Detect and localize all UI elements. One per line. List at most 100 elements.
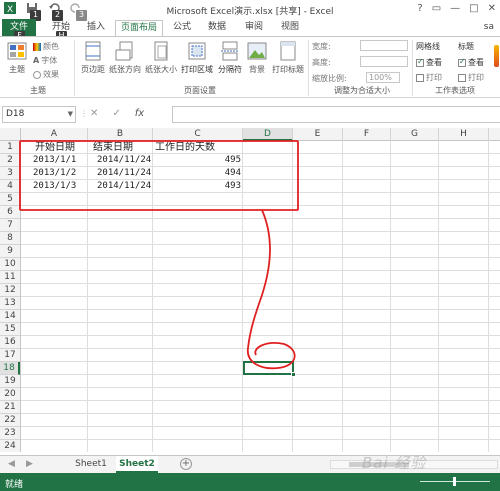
formula-input[interactable]: [172, 106, 500, 123]
row-header-11[interactable]: 11: [0, 271, 20, 284]
row-header-14[interactable]: 14: [0, 310, 20, 323]
tab-data[interactable]: 数据: [203, 20, 231, 36]
row-header-20[interactable]: 20: [0, 388, 20, 401]
cell-a3[interactable]: 2013/1/2: [33, 167, 76, 180]
row-header-12[interactable]: 12: [0, 284, 20, 297]
row-header-1[interactable]: 1: [0, 141, 20, 154]
sheet-options-group-label: 工作表选项: [435, 86, 475, 95]
cell-b3[interactable]: 2014/11/24: [97, 167, 151, 180]
checkbox-unchecked-icon: [416, 73, 424, 82]
width-dropdown[interactable]: [360, 40, 408, 51]
row-header-4[interactable]: 4: [0, 180, 20, 193]
height-dropdown[interactable]: [360, 56, 408, 67]
minimize-button[interactable]: —: [450, 3, 460, 14]
cancel-icon[interactable]: ✕: [90, 108, 98, 119]
fill-handle[interactable]: [291, 372, 296, 377]
cell-a1[interactable]: 开始日期: [35, 141, 75, 154]
scale-input[interactable]: 100%: [366, 72, 400, 83]
cell-b4[interactable]: 2014/11/24: [97, 180, 151, 193]
column-header-h[interactable]: H: [439, 128, 489, 141]
cell-c3[interactable]: 494: [153, 167, 241, 180]
user-name[interactable]: sa: [484, 22, 494, 32]
cell-a4[interactable]: 2013/1/3: [33, 180, 76, 193]
scale-text: 缩放比例:: [312, 74, 347, 83]
row-header-21[interactable]: 21: [0, 401, 20, 414]
column-header-b[interactable]: B: [88, 128, 153, 141]
tab-page-layout[interactable]: 页面布局: [115, 20, 163, 36]
cell-c2[interactable]: 495: [153, 154, 241, 167]
cell-c4[interactable]: 493: [153, 180, 241, 193]
row-gridline: [21, 413, 500, 414]
row-header-18[interactable]: 18: [0, 362, 20, 375]
select-all-corner[interactable]: [0, 128, 21, 141]
cells-area[interactable]: 开始日期 结束日期 工作日的天数 2013/1/1 2014/11/24 495…: [21, 141, 500, 452]
cell-b2[interactable]: 2014/11/24: [97, 154, 151, 167]
row-header-7[interactable]: 7: [0, 219, 20, 232]
gridlines-view-checkbox[interactable]: 查看: [416, 57, 442, 68]
row-header-10[interactable]: 10: [0, 258, 20, 271]
fonts-button[interactable]: A 字体: [33, 55, 57, 66]
row-header-15[interactable]: 15: [0, 323, 20, 336]
breaks-button[interactable]: 分隔符: [216, 40, 244, 75]
next-sheet-icon[interactable]: ▶: [26, 459, 33, 469]
margins-button[interactable]: 页边距: [80, 40, 106, 75]
name-box[interactable]: D18 ▼: [2, 106, 76, 123]
column-header-f[interactable]: F: [343, 128, 391, 141]
prev-sheet-icon[interactable]: ◀: [8, 459, 15, 469]
active-cell-d18[interactable]: [243, 361, 294, 375]
insert-function-icon[interactable]: fx: [135, 108, 144, 119]
row-header-8[interactable]: 8: [0, 232, 20, 245]
orientation-button[interactable]: 纸张方向: [108, 40, 142, 75]
row-header-24[interactable]: 24: [0, 440, 20, 452]
tab-insert[interactable]: 插入: [82, 20, 110, 36]
headings-print-checkbox[interactable]: 打印: [458, 72, 484, 83]
effects-button[interactable]: 效果: [33, 69, 59, 80]
add-sheet-button[interactable]: +: [180, 458, 192, 470]
row-header-22[interactable]: 22: [0, 414, 20, 427]
row-header-23[interactable]: 23: [0, 427, 20, 440]
background-button[interactable]: 背景: [246, 40, 268, 75]
zoom-slider-thumb[interactable]: [453, 477, 456, 486]
close-button[interactable]: ✕: [488, 3, 496, 14]
help-button[interactable]: ?: [417, 3, 422, 14]
row-header-13[interactable]: 13: [0, 297, 20, 310]
row-gridline: [21, 348, 500, 349]
column-header-e[interactable]: E: [293, 128, 343, 141]
column-header-a[interactable]: A: [21, 128, 88, 141]
row-header-16[interactable]: 16: [0, 336, 20, 349]
print-area-button[interactable]: 打印区域: [180, 40, 214, 75]
themes-button[interactable]: 主题: [4, 40, 30, 75]
cell-b1[interactable]: 结束日期: [93, 141, 133, 154]
ribbon-display-button[interactable]: ▭: [432, 3, 441, 14]
headings-print-label: 打印: [468, 73, 484, 82]
row-header-6[interactable]: 6: [0, 206, 20, 219]
row-header-2[interactable]: 2: [0, 154, 20, 167]
colors-button[interactable]: 颜色: [33, 41, 59, 52]
chevron-down-icon[interactable]: ▼: [68, 107, 73, 122]
maximize-button[interactable]: □: [469, 3, 478, 14]
row-header-3[interactable]: 3: [0, 167, 20, 180]
breaks-icon: [219, 40, 241, 62]
size-icon: [150, 40, 172, 62]
row-header-17[interactable]: 17: [0, 349, 20, 362]
group-separator: [412, 40, 413, 96]
gridlines-print-checkbox[interactable]: 打印: [416, 72, 442, 83]
column-header-g[interactable]: G: [391, 128, 439, 141]
row-header-5[interactable]: 5: [0, 193, 20, 206]
headings-view-checkbox[interactable]: 查看: [458, 57, 484, 68]
print-titles-button[interactable]: 打印标题: [270, 40, 306, 75]
row-header-19[interactable]: 19: [0, 375, 20, 388]
row-header-9[interactable]: 9: [0, 245, 20, 258]
size-button[interactable]: 纸张大小: [144, 40, 178, 75]
column-header-d[interactable]: D: [243, 128, 293, 141]
sheet-tab-sheet2[interactable]: Sheet2: [116, 456, 158, 473]
tab-formulas[interactable]: 公式: [168, 20, 196, 36]
cell-c1[interactable]: 工作日的天数: [155, 141, 215, 154]
tab-view[interactable]: 视图: [276, 20, 304, 36]
row-gridline: [21, 218, 500, 219]
tab-review[interactable]: 审阅: [240, 20, 268, 36]
sheet-tab-sheet1[interactable]: Sheet1: [70, 456, 112, 473]
cell-a2[interactable]: 2013/1/1: [33, 154, 76, 167]
column-header-c[interactable]: C: [153, 128, 243, 141]
enter-icon[interactable]: ✓: [112, 108, 120, 119]
